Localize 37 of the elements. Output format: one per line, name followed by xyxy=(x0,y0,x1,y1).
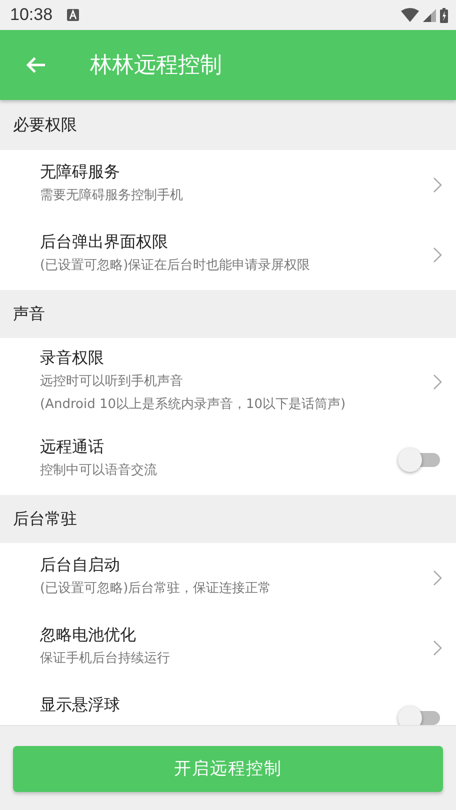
chevron-right-icon xyxy=(432,570,442,586)
section-header: 必要权限 xyxy=(13,114,77,136)
settings-item[interactable]: 后台弹出界面权限 (已设置可忽略)保证在后台时也能申请录屏权限 xyxy=(0,220,456,290)
settings-item[interactable]: 忽略电池优化 保证手机后台持续运行 xyxy=(0,613,456,683)
battery-charging-icon xyxy=(440,8,448,22)
toggle-switch[interactable] xyxy=(398,706,442,725)
item-description: (Android 10以上是系统内录声音，10以下是话筒声) xyxy=(40,396,347,414)
item-title: 后台弹出界面权限 xyxy=(40,232,169,253)
chevron-right-icon xyxy=(432,374,442,390)
settings-item[interactable]: 录音权限 远控时可以听到手机声音 (Android 10以上是系统内录声音，10以下是话筒声) xyxy=(0,338,456,425)
status-time: 10:38 xyxy=(10,5,53,25)
notification-icon xyxy=(66,9,79,21)
item-title: 显示悬浮球 xyxy=(40,695,121,716)
item-title: 忽略电池优化 xyxy=(40,625,137,646)
item-title: 后台自启动 xyxy=(40,555,121,576)
item-title: 录音权限 xyxy=(40,348,105,369)
toggle-switch[interactable] xyxy=(398,448,442,472)
chevron-right-icon xyxy=(432,640,442,656)
chevron-right-icon xyxy=(432,177,442,193)
app-title: 林林远程控制 xyxy=(90,52,222,80)
item-description: 控制中可以语音交流 xyxy=(40,462,158,480)
item-title: 无障碍服务 xyxy=(40,162,121,183)
wifi-icon xyxy=(401,8,419,22)
settings-item[interactable]: 显示悬浮球 xyxy=(0,683,456,725)
settings-item[interactable]: 远程通话 控制中可以语音交流 xyxy=(0,425,456,495)
item-description: 远控时可以听到手机声音 xyxy=(40,373,184,391)
item-description: (已设置可忽略)后台常驻，保证连接正常 xyxy=(40,580,272,598)
section-header: 声音 xyxy=(13,304,45,324)
settings-item[interactable]: 后台自启动 (已设置可忽略)后台常驻，保证连接正常 xyxy=(0,543,456,613)
chevron-right-icon xyxy=(432,247,442,263)
item-title: 远程通话 xyxy=(40,437,105,458)
item-description: 需要无障碍服务控制手机 xyxy=(40,187,184,205)
item-description: (已设置可忽略)保证在后台时也能申请录屏权限 xyxy=(40,257,312,275)
settings-item[interactable]: 无障碍服务 需要无障碍服务控制手机 xyxy=(0,150,456,220)
item-description: 保证手机后台持续运行 xyxy=(40,650,171,668)
section-header: 后台常驻 xyxy=(13,508,77,530)
signal-icon xyxy=(423,8,436,22)
